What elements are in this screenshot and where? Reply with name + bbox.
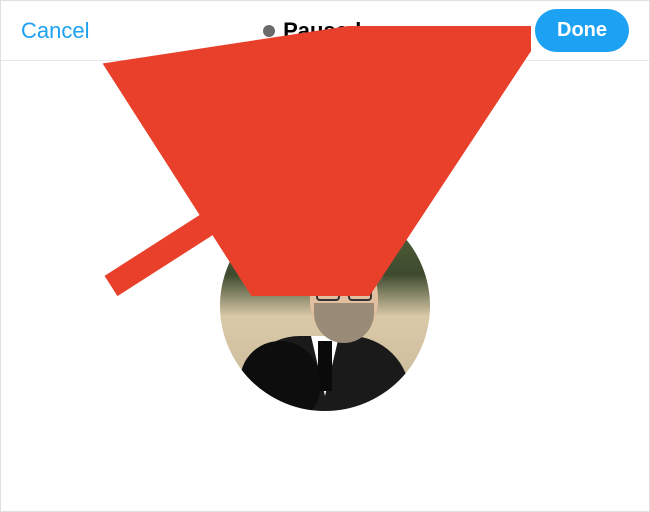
profile-avatar[interactable] — [220, 201, 430, 411]
glasses-icon — [316, 283, 372, 299]
status-label: Paused — [283, 18, 361, 44]
header-bar: Cancel Paused Done — [1, 1, 649, 61]
content-area — [1, 61, 649, 511]
avatar-pet-shape — [240, 341, 320, 411]
recording-status: Paused — [263, 18, 361, 44]
status-dot-icon — [263, 25, 275, 37]
done-button[interactable]: Done — [535, 9, 629, 52]
cancel-button[interactable]: Cancel — [21, 18, 89, 44]
avatar-tie-shape — [318, 341, 332, 391]
